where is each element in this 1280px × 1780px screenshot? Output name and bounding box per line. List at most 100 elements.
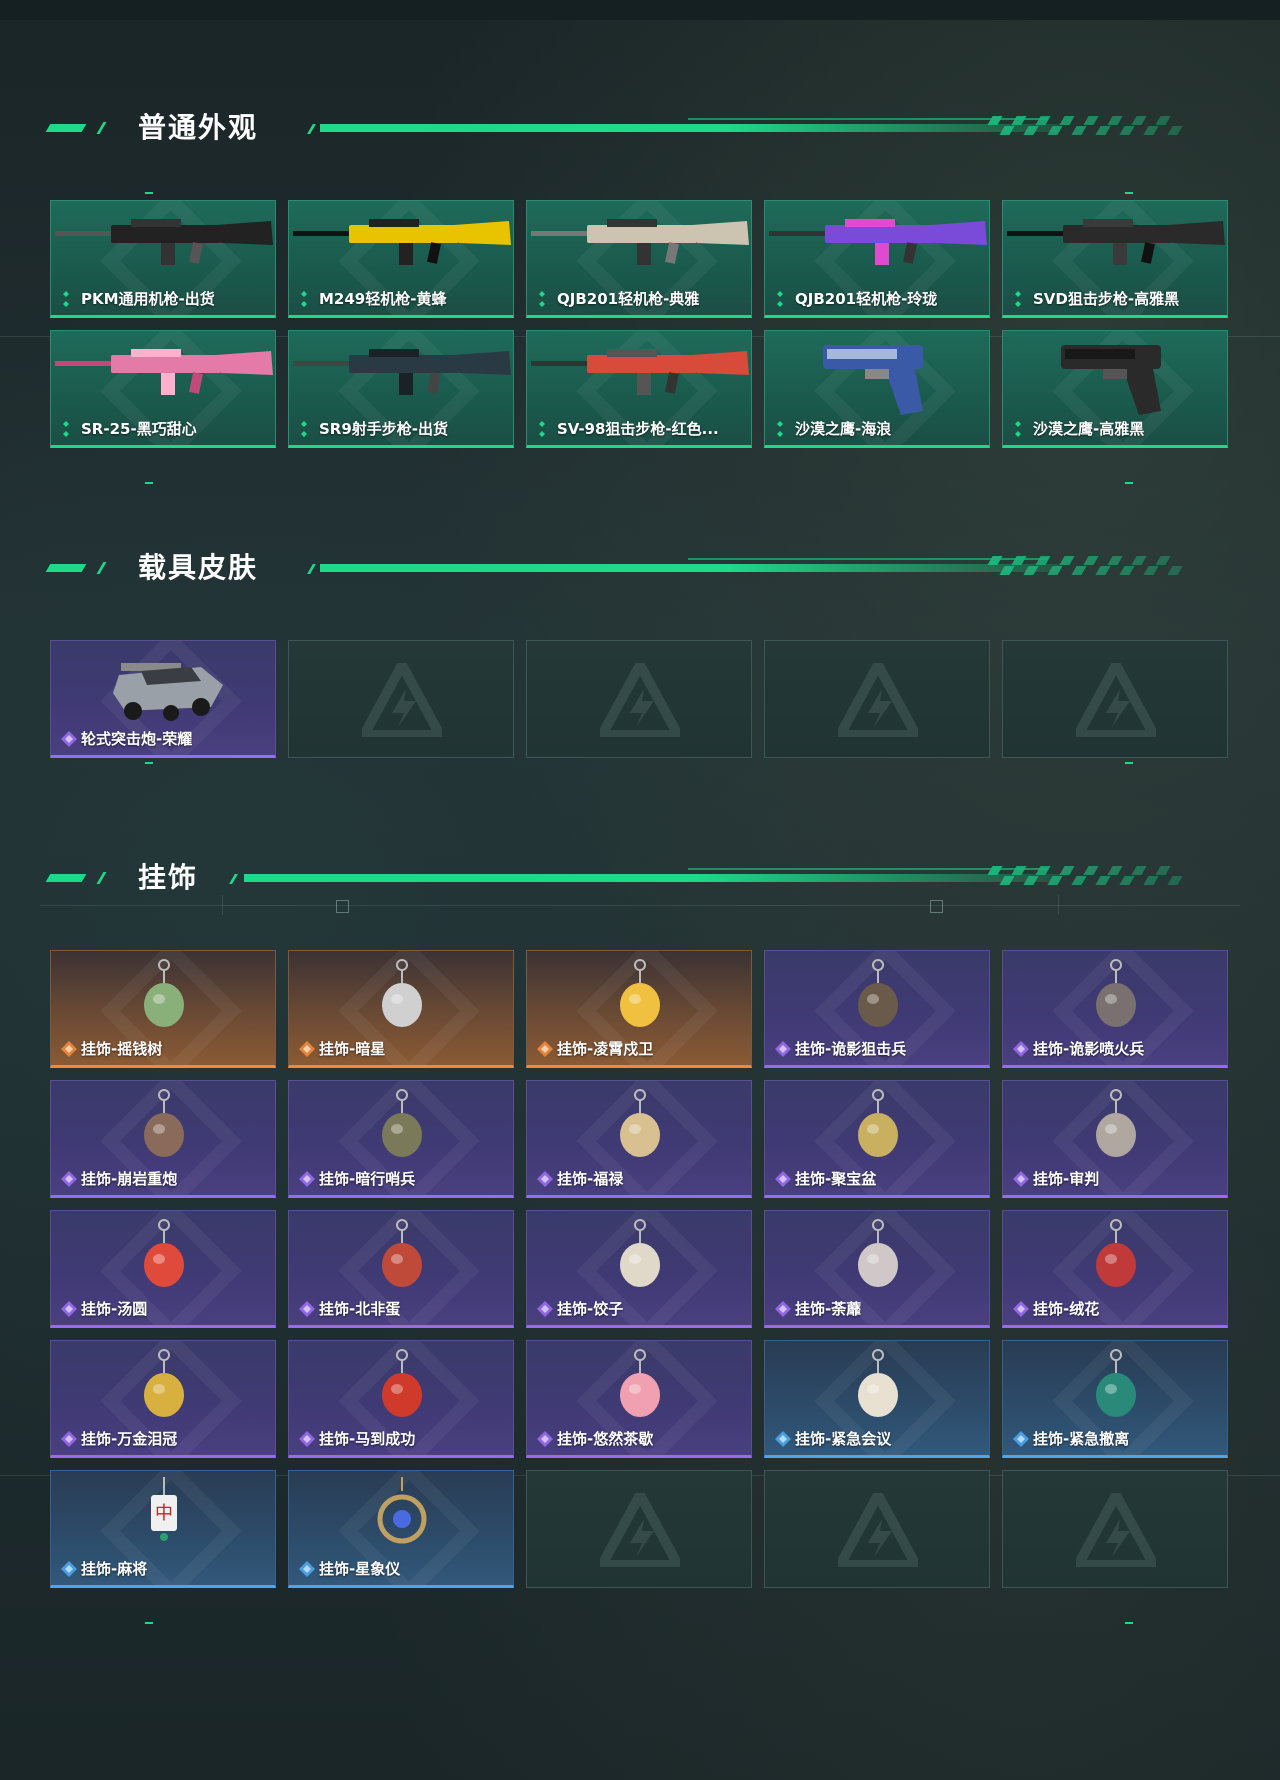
checker-square: [1071, 876, 1087, 885]
item-name: 挂饰-诡影喷火兵: [1033, 1040, 1145, 1058]
item-card[interactable]: 挂饰-汤圆: [50, 1210, 276, 1328]
item-card[interactable]: SR9射手步枪-出货: [288, 330, 514, 448]
item-card[interactable]: 挂饰-饺子: [526, 1210, 752, 1328]
empty-slot: [1002, 1470, 1228, 1588]
item-name: 挂饰-麻将: [81, 1560, 148, 1578]
checker-square: [1155, 866, 1171, 875]
checker-square: [987, 866, 1003, 875]
item-card[interactable]: 挂饰-紧急会议: [764, 1340, 990, 1458]
item-card[interactable]: 挂饰-暗行哨兵: [288, 1080, 514, 1198]
deco-mark: [1125, 762, 1133, 764]
item-card[interactable]: 挂饰-悠然茶歇: [526, 1340, 752, 1458]
rarity-icon: [60, 420, 78, 438]
checker-square: [1071, 566, 1087, 575]
item-name: PKM通用机枪-出货: [81, 290, 215, 308]
item-card[interactable]: SV-98狙击步枪-红色...: [526, 330, 752, 448]
item-card[interactable]: 挂饰-马到成功: [288, 1340, 514, 1458]
item-card[interactable]: 挂饰-诡影狙击兵: [764, 950, 990, 1068]
frame-line: [1058, 895, 1059, 915]
empty-slot: [288, 640, 514, 758]
item-card[interactable]: SR-25-黑巧甜心: [50, 330, 276, 448]
svg-text:中: 中: [155, 1503, 173, 1524]
item-name: 挂饰-紧急会议: [795, 1430, 892, 1448]
item-name: 沙漠之鹰-海浪: [795, 420, 892, 438]
checker-square: [1167, 566, 1183, 575]
item-name: 挂饰-摇钱树: [81, 1040, 163, 1058]
deco-mark: [145, 762, 153, 764]
item-name: 挂饰-暗行哨兵: [319, 1170, 416, 1188]
frame-corner: [930, 900, 943, 913]
deco-mark: [145, 192, 153, 194]
item-name: 沙漠之鹰-高雅黑: [1033, 420, 1145, 438]
item-card[interactable]: 挂饰-崩岩重炮: [50, 1080, 276, 1198]
checker-square: [1011, 556, 1027, 565]
rarity-icon: [774, 1300, 792, 1318]
section-title: 普通外观: [138, 111, 259, 144]
item-card[interactable]: QJB201轻机枪-玲珑: [764, 200, 990, 318]
checker-square: [1047, 566, 1063, 575]
item-name: SV-98狙击步枪-红色...: [557, 420, 719, 438]
item-name: SVD狙击步枪-高雅黑: [1033, 290, 1180, 308]
checker-square: [1035, 116, 1051, 125]
item-card[interactable]: 挂饰-审判: [1002, 1080, 1228, 1198]
section-header-normal: 普通外观: [45, 110, 1198, 146]
item-card[interactable]: 中 挂饰-麻将: [50, 1470, 276, 1588]
rarity-icon: [298, 1430, 316, 1448]
rarity-icon: [60, 1040, 78, 1058]
rarity-icon: [298, 290, 316, 308]
item-card[interactable]: 挂饰-星象仪: [288, 1470, 514, 1588]
empty-slot: [1002, 640, 1228, 758]
rarity-icon: [774, 1430, 792, 1448]
rarity-icon: [774, 290, 792, 308]
deco-mark: [145, 482, 153, 484]
item-card[interactable]: 轮式突击炮-荣耀: [50, 640, 276, 758]
item-name: 挂饰-星象仪: [319, 1560, 401, 1578]
rarity-icon: [60, 1300, 78, 1318]
checker-square: [1047, 126, 1063, 135]
rarity-icon: [1012, 1430, 1030, 1448]
header-dash: [45, 564, 87, 572]
rarity-icon: [774, 1170, 792, 1188]
rarity-icon: [536, 290, 554, 308]
item-card[interactable]: 挂饰-暗星: [288, 950, 514, 1068]
item-card[interactable]: 挂饰-北非蛋: [288, 1210, 514, 1328]
header-checker: [987, 116, 1190, 136]
rarity-icon: [1012, 1170, 1030, 1188]
frame-line: [40, 905, 1240, 906]
checker-square: [1035, 866, 1051, 875]
empty-slot: [764, 1470, 990, 1588]
item-card[interactable]: 沙漠之鹰-高雅黑: [1002, 330, 1228, 448]
item-card[interactable]: 挂饰-绒花: [1002, 1210, 1228, 1328]
item-card[interactable]: 挂饰-诡影喷火兵: [1002, 950, 1228, 1068]
item-card[interactable]: 挂饰-福禄: [526, 1080, 752, 1198]
item-card[interactable]: 挂饰-紧急撤离: [1002, 1340, 1228, 1458]
item-card[interactable]: 沙漠之鹰-海浪: [764, 330, 990, 448]
checker-square: [1143, 566, 1159, 575]
item-card[interactable]: 挂饰-凌霄戍卫: [526, 950, 752, 1068]
item-name: 挂饰-马到成功: [319, 1430, 416, 1448]
item-name: M249轻机枪-黄蜂: [319, 290, 447, 308]
checker-square: [1107, 556, 1123, 565]
checker-square: [1083, 866, 1099, 875]
checker-square: [1095, 126, 1111, 135]
item-card[interactable]: SVD狙击步枪-高雅黑: [1002, 200, 1228, 318]
checker-square: [1119, 876, 1135, 885]
item-name: 轮式突击炮-荣耀: [81, 730, 193, 748]
item-card[interactable]: PKM通用机枪-出货: [50, 200, 276, 318]
item-card[interactable]: M249轻机枪-黄蜂: [288, 200, 514, 318]
header-checker: [987, 866, 1190, 886]
checker-square: [1011, 866, 1027, 875]
item-card[interactable]: QJB201轻机枪-典雅: [526, 200, 752, 318]
item-card[interactable]: 挂饰-万金泪冠: [50, 1340, 276, 1458]
checker-square: [1071, 126, 1087, 135]
rarity-icon: [60, 1170, 78, 1188]
header-bar: [320, 124, 1060, 132]
item-card[interactable]: 挂饰-聚宝盆: [764, 1080, 990, 1198]
item-card[interactable]: 挂饰-摇钱树: [50, 950, 276, 1068]
deco-mark: [1125, 1622, 1133, 1624]
rarity-icon: [536, 1040, 554, 1058]
checker-square: [999, 126, 1015, 135]
item-card[interactable]: 挂饰-荼蘼: [764, 1210, 990, 1328]
rarity-icon: [536, 1430, 554, 1448]
rarity-icon: [536, 1300, 554, 1318]
